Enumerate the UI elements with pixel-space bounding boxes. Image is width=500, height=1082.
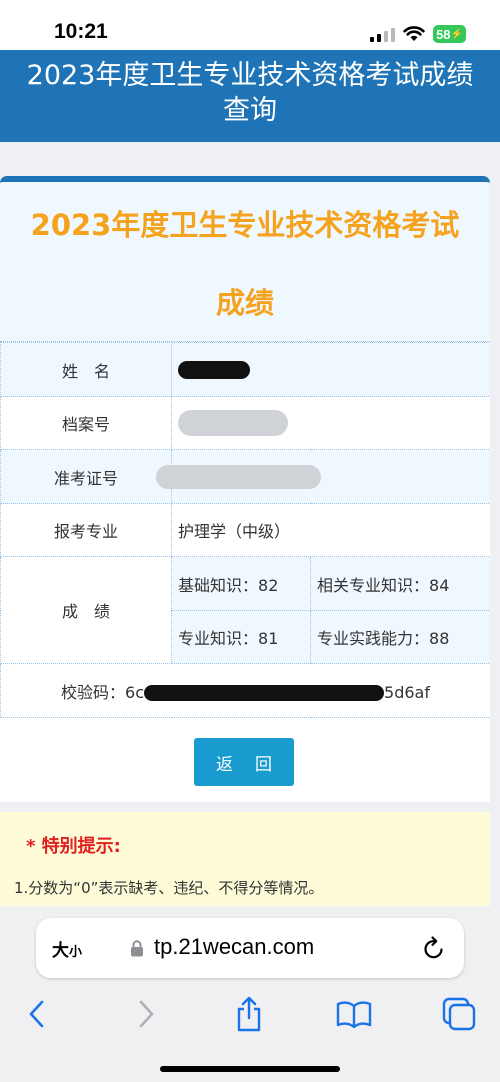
battery-icon: 58 ⚡ [433,25,466,43]
table-row-verify: 校验码：6c 5d6af [0,663,490,718]
table-row-score-1: 成 绩 基础知识：82 相关专业知识：84 [0,556,490,664]
table-row-major: 报考专业 护理学（中级） [0,503,490,557]
score-label: 成 绩 [0,556,172,664]
verify-code: 校验码：6c 5d6af [0,663,490,718]
score-professional-label: 专业知识： [178,629,259,648]
home-indicator [160,1066,340,1072]
page-header: 2023年度卫生专业技术资格考试成绩 查询 [0,50,500,142]
lock-icon [131,940,143,957]
score-professional: 专业知识：81 [171,610,311,664]
score-basic: 基础知识：82 [171,556,311,611]
share-button[interactable] [227,992,271,1036]
page-header-title: 2023年度卫生专业技术资格考试成绩 [26,60,474,91]
score-related-value: 84 [429,575,450,595]
browser-toolbar: 大小 tp.21wecan.com [0,906,500,1082]
table-row-file-no: 档案号 [0,396,490,450]
tabs-button[interactable] [437,992,481,1036]
major-value: 护理学（中级） [171,503,490,557]
verify-suffix: 5d6af [384,682,430,702]
reload-icon[interactable] [422,935,446,961]
aa-small: 小 [69,945,83,960]
battery-level: 58 [436,26,451,42]
aa-big: 大 [52,941,69,961]
name-label: 姓 名 [0,342,172,397]
chevron-right-icon [139,1000,154,1028]
verify-prefix: 6c [125,682,145,702]
redacted-verify-code [144,685,385,701]
share-icon [237,996,261,1032]
score-practice-value: 88 [429,629,450,648]
score-related: 相关专业知识：84 [310,556,490,611]
file-no-label: 档案号 [0,396,172,450]
address-bar[interactable]: 大小 tp.21wecan.com [36,918,464,978]
table-row-exam-id: 准考证号 [0,449,490,504]
score-card: 2023年度卫生专业技术资格考试 成绩 姓 名 档案号 准考证号 报考专业 护理… [0,176,490,802]
table-row-name: 姓 名 [0,342,490,397]
card-title-line1: 2023年度卫生专业技术资格考试 [30,208,460,242]
return-button[interactable]: 返回 [194,738,294,786]
wifi-icon [403,26,425,41]
notice-text: 1.分数为“0”表示缺考、违纪、不得分等情况。 [14,879,324,897]
browser-nav-row [0,992,500,1042]
status-time: 10:21 [54,20,108,43]
bookmarks-button[interactable] [332,992,376,1036]
redacted-file-no [178,410,288,436]
url-text[interactable]: tp.21wecan.com [154,934,314,960]
forward-button[interactable] [124,992,168,1036]
exam-id-value [156,449,490,504]
score-table: 姓 名 档案号 准考证号 报考专业 护理学（中级） 成 绩 基础知识：82 相关… [0,342,490,718]
status-indicators: 58 ⚡ [370,22,466,46]
book-icon [336,1001,372,1028]
score-professional-value: 81 [258,629,279,648]
chevron-left-icon [29,1000,44,1028]
score-related-label: 相关专业知识： [317,575,430,595]
score-practice-label: 专业实践能力： [317,629,430,648]
score-practice: 专业实践能力：88 [310,610,490,664]
score-basic-value: 82 [258,575,279,595]
exam-id-label: 准考证号 [0,449,172,504]
card-title: 2023年度卫生专业技术资格考试 成绩 [0,182,490,342]
notice-title: * 特别提示: [26,836,121,857]
cellular-signal-icon [370,26,396,42]
file-no-value [171,396,490,450]
redacted-name [178,361,250,380]
back-button[interactable] [15,992,59,1036]
major-label: 报考专业 [0,503,172,557]
return-row: 返回 [0,718,490,802]
tabs-icon [442,997,476,1031]
score-basic-label: 基础知识： [178,575,259,595]
page-settings-button[interactable]: 大小 [52,936,82,961]
redacted-exam-id [156,464,321,489]
name-value [171,342,490,397]
card-title-line2: 成绩 [215,286,274,320]
verify-label: 校验码： [61,682,126,702]
page-header-title-line2: 查询 [223,95,277,126]
